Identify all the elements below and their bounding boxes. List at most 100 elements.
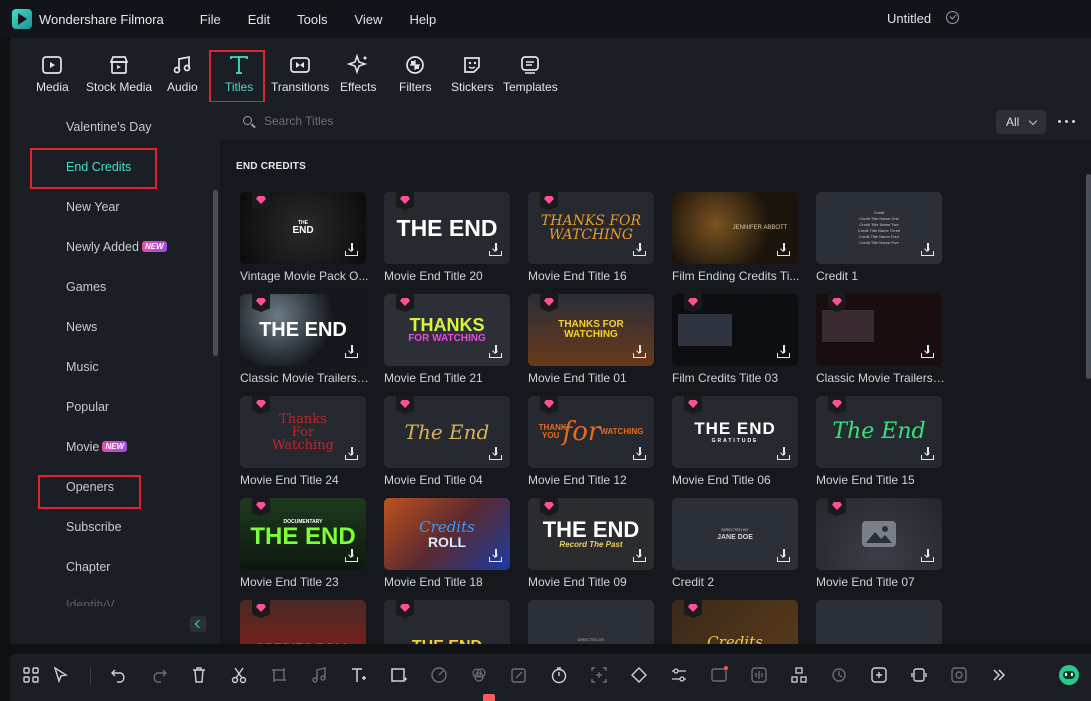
timer-duration-icon[interactable] [550, 666, 568, 684]
scissors-split-icon[interactable] [230, 666, 248, 684]
filter-dropdown[interactable]: All [996, 110, 1046, 134]
category-newly-added[interactable]: Newly Added NEW [66, 240, 167, 254]
ai-voice-icon[interactable] [870, 666, 888, 684]
title-card[interactable]: THANKS FOR WATCHING Movie End Title 01 [528, 294, 654, 385]
title-card[interactable]: THE END GRATITUDE Movie End Title 06 [672, 396, 798, 487]
tab-stock-media[interactable]: Stock Media [86, 54, 152, 94]
title-card[interactable]: Movie End Title 07 [816, 498, 942, 589]
category-subscribe[interactable]: Subscribe [66, 520, 122, 534]
ai-assistant-icon[interactable] [1059, 665, 1079, 685]
tab-audio[interactable]: Audio [167, 54, 198, 94]
sidebar-scrollbar[interactable] [213, 190, 218, 356]
download-icon[interactable] [921, 345, 934, 358]
menu-file[interactable]: File [200, 12, 221, 27]
download-icon[interactable] [633, 549, 646, 562]
tab-filters[interactable]: Filters [399, 54, 432, 94]
stabilization-icon[interactable] [950, 666, 968, 684]
title-card[interactable]: Credits [672, 600, 798, 644]
title-card[interactable]: CREDITS ROLL [240, 600, 366, 644]
audio-note-icon[interactable] [310, 666, 328, 684]
download-icon[interactable] [777, 447, 790, 460]
download-icon[interactable] [777, 243, 790, 256]
category-music[interactable]: Music [66, 360, 99, 374]
title-card[interactable]: Classic Movie Trailers ... [816, 294, 946, 385]
title-card[interactable]: THE END Vintage Movie Pack O... [240, 192, 369, 283]
download-icon[interactable] [345, 243, 358, 256]
keyframe-icon[interactable] [630, 666, 648, 684]
download-icon[interactable] [489, 549, 502, 562]
download-icon[interactable] [777, 345, 790, 358]
title-card[interactable]: THANKS FOR WATCHING Movie End Title 16 [528, 192, 654, 283]
motion-tracking-icon[interactable] [830, 666, 848, 684]
title-card[interactable]: Credit Credit Title Name One Credit Title … [816, 192, 942, 283]
category-games[interactable]: Games [66, 280, 106, 294]
crop-icon[interactable] [270, 666, 288, 684]
download-icon[interactable] [345, 345, 358, 358]
category-new-year[interactable]: New Year [66, 200, 120, 214]
tab-stickers[interactable]: Stickers [451, 54, 494, 94]
redo-icon[interactable] [150, 666, 168, 684]
select-cursor-icon[interactable] [52, 666, 70, 684]
download-icon[interactable] [633, 447, 646, 460]
title-card[interactable]: JENNIFER ABBOTT Film Ending Credits Ti..… [672, 192, 799, 283]
search-input[interactable] [264, 112, 864, 130]
adjust-sliders-icon[interactable] [670, 666, 688, 684]
category-valentines-day[interactable]: Valentine's Day [66, 120, 152, 134]
category-news[interactable]: News [66, 320, 97, 334]
tab-templates[interactable]: Templates [503, 54, 558, 94]
title-card[interactable]: DIRECTED BY JANE DOE Credit 2 [672, 498, 798, 589]
content-scrollbar[interactable] [1086, 174, 1091, 379]
speed-ramp-icon[interactable] [430, 666, 448, 684]
shape-rectangle-icon[interactable] [390, 666, 408, 684]
download-icon[interactable] [633, 243, 646, 256]
delete-trash-icon[interactable] [190, 666, 208, 684]
title-card[interactable]: The End Movie End Title 04 [384, 396, 510, 487]
download-icon[interactable] [921, 447, 934, 460]
category-popular[interactable]: Popular [66, 400, 109, 414]
title-card[interactable]: Film Credits Title 03 [672, 294, 798, 385]
download-icon[interactable] [345, 549, 358, 562]
title-card[interactable]: Thanks For Watching Movie End Title 24 [240, 396, 366, 487]
tab-transitions[interactable]: Transitions [271, 54, 329, 94]
more-options-icon[interactable] [1058, 120, 1076, 124]
audio-waveform-icon[interactable] [750, 666, 768, 684]
title-card[interactable]: THE END Movie End Title 20 [384, 192, 510, 283]
download-icon[interactable] [489, 345, 502, 358]
layout-grid-icon[interactable] [22, 666, 40, 684]
title-card[interactable]: THANKS FOR WATCHING Movie End Title 21 [384, 294, 510, 385]
title-card[interactable]: Credits ROLL Movie End Title 18 [384, 498, 510, 589]
collapse-sidebar-button[interactable] [190, 616, 206, 632]
saved-check-icon[interactable] [946, 11, 959, 24]
download-icon[interactable] [633, 345, 646, 358]
download-icon[interactable] [921, 243, 934, 256]
more-tools-chevron-icon[interactable] [990, 666, 1008, 684]
download-icon[interactable] [489, 447, 502, 460]
title-card[interactable]: THANK YOU for WATCHING Movie End Title 12 [528, 396, 654, 487]
title-card[interactable]: THE END [384, 600, 510, 644]
download-icon[interactable] [777, 549, 790, 562]
menu-help[interactable]: Help [409, 12, 436, 27]
title-card[interactable]: The End Movie End Title 15 [816, 396, 942, 487]
category-chapter[interactable]: Chapter [66, 560, 110, 574]
playhead-marker[interactable] [483, 694, 495, 701]
menu-edit[interactable]: Edit [248, 12, 270, 27]
category-movie[interactable]: Movie NEW [66, 440, 128, 454]
menu-view[interactable]: View [354, 12, 382, 27]
tab-media[interactable]: Media [36, 54, 69, 94]
title-card[interactable] [816, 600, 942, 644]
menu-tools[interactable]: Tools [297, 12, 327, 27]
text-title-icon[interactable] [350, 666, 368, 684]
title-card[interactable]: THE END Record The Past Movie End Title 0… [528, 498, 654, 589]
smart-crop-icon[interactable] [590, 666, 608, 684]
frame-fit-icon[interactable] [910, 666, 928, 684]
download-icon[interactable] [489, 243, 502, 256]
title-card[interactable]: DOCUMENTARY THE END Movie End Title 23 [240, 498, 366, 589]
category-identityv[interactable]: IdentityV [66, 598, 115, 606]
title-card[interactable]: THE END Classic Movie Trailers ... [240, 294, 370, 385]
ai-edit-icon[interactable] [510, 666, 528, 684]
group-tree-icon[interactable] [790, 666, 808, 684]
ai-text-icon[interactable] [710, 666, 728, 684]
download-icon[interactable] [345, 447, 358, 460]
color-match-icon[interactable] [470, 666, 488, 684]
tab-effects[interactable]: Effects [340, 53, 376, 94]
